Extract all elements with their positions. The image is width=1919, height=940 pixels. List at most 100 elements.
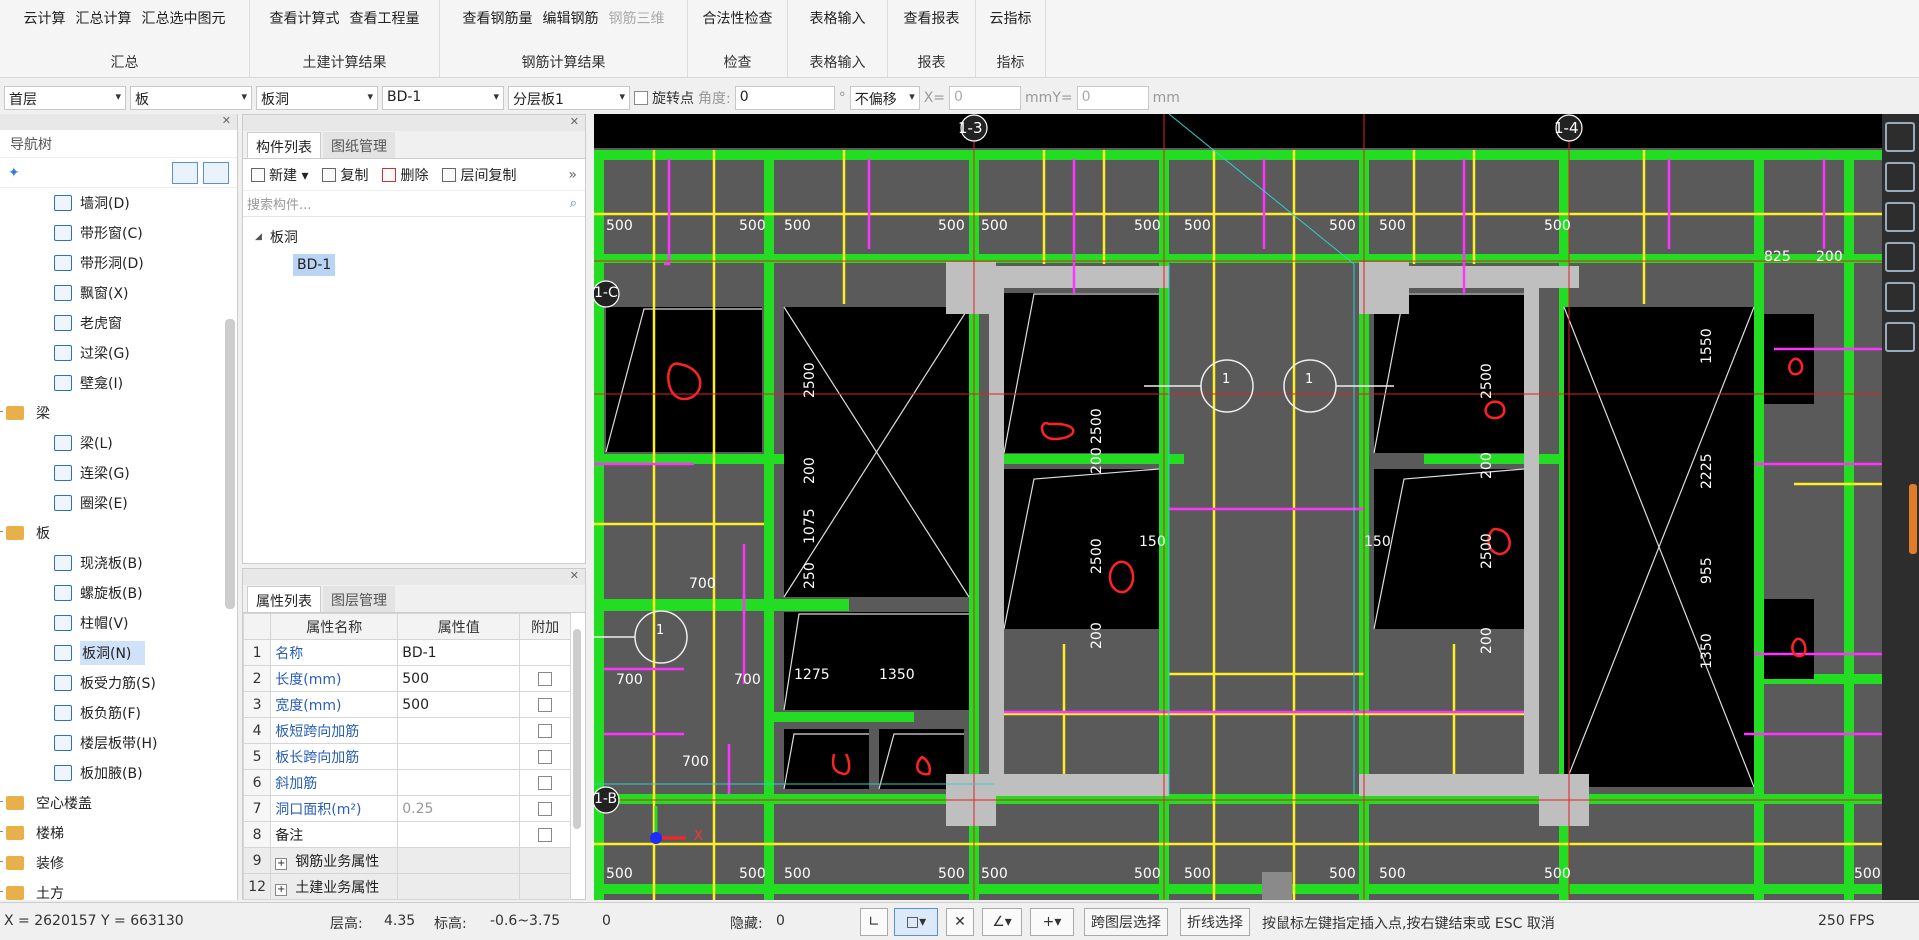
tree-group[interactable]: ◢ 板洞 <box>243 223 585 251</box>
nav-item[interactable]: 螺旋板(B) <box>0 578 237 608</box>
extra-checkbox[interactable] <box>538 801 553 816</box>
more-icon[interactable]: » <box>568 167 577 183</box>
y-offset-input[interactable]: 0 <box>1076 86 1149 110</box>
nav-category[interactable]: 梁 <box>0 398 237 428</box>
prop-scrollbar[interactable] <box>573 629 581 829</box>
nav-item[interactable]: 墙洞(D) <box>0 188 237 218</box>
extra-checkbox[interactable] <box>538 697 553 712</box>
tab-component-list[interactable]: 构件列表 <box>247 132 321 158</box>
property-row[interactable]: 1 名称 BD-1 <box>242 639 571 666</box>
box-view-icon[interactable] <box>1885 242 1915 272</box>
tab-property-list[interactable]: 属性列表 <box>247 586 321 612</box>
view-formula-button[interactable]: 查看计算式 <box>270 8 340 28</box>
nav-scrollbar[interactable] <box>225 319 235 609</box>
prop-panel-close[interactable]: ✕ <box>243 569 585 585</box>
nav-item[interactable]: 楼层板带(H) <box>0 728 237 758</box>
drawing-canvas[interactable]: 1-3 1-4 1-C 1-B 500 500 500 500 500 500 500 500 500 5… <box>594 114 1882 900</box>
delete-button[interactable]: 删除 <box>382 165 428 185</box>
x-offset-input[interactable]: 0 <box>949 86 1022 110</box>
expand-icon[interactable]: + <box>275 857 288 870</box>
nav-item[interactable]: 带形窗(C) <box>0 218 237 248</box>
view-scrollbar[interactable] <box>1909 484 1917 554</box>
view-quantity-button[interactable]: 查看工程量 <box>350 8 420 28</box>
angle-input[interactable]: 0 <box>734 86 835 110</box>
tree-item[interactable]: BD-1 <box>243 251 585 279</box>
extra-checkbox[interactable] <box>538 671 553 686</box>
property-row[interactable]: 9 + 钢筋业务属性 <box>242 847 571 874</box>
rotate-view-icon[interactable] <box>1885 282 1915 312</box>
property-row[interactable]: 4 板短跨向加筋 <box>242 717 571 744</box>
polyline-select-button[interactable]: 折线选择 <box>1180 908 1250 936</box>
table-input-button[interactable]: 表格输入 <box>810 8 866 28</box>
edit-rebar-button[interactable]: 编辑钢筋 <box>543 8 599 28</box>
copy-button[interactable]: 复制 <box>322 165 368 185</box>
property-row[interactable]: 8 备注 <box>242 821 571 848</box>
tab-drawing-manage[interactable]: 图纸管理 <box>323 132 395 158</box>
rotate-checkbox[interactable] <box>634 91 648 105</box>
component-select[interactable]: BD-1 <box>382 86 504 110</box>
tab-layer-manage[interactable]: 图层管理 <box>323 586 395 612</box>
property-value[interactable] <box>397 873 521 900</box>
nav-item[interactable]: 板受力筋(S) <box>0 668 237 698</box>
floor-select[interactable]: 首层 <box>4 86 126 110</box>
property-value[interactable]: 500 <box>397 665 521 692</box>
property-row[interactable]: 3 宽度(mm) 500 <box>242 691 571 718</box>
property-value[interactable] <box>397 717 521 744</box>
collapse-icon[interactable]: ◢ <box>255 232 262 242</box>
property-row[interactable]: 6 斜加筋 <box>242 769 571 796</box>
property-row[interactable]: 7 洞口面积(m²) 0.25 <box>242 795 571 822</box>
summary-selected-button[interactable]: 汇总选中图元 <box>142 8 226 28</box>
property-value[interactable]: BD-1 <box>397 639 521 666</box>
category-select[interactable]: 板 <box>130 86 252 110</box>
polar-icon[interactable]: +▾ <box>1030 908 1074 936</box>
property-value[interactable] <box>397 847 521 874</box>
type-select[interactable]: 板洞 <box>256 86 378 110</box>
summary-calc-button[interactable]: 汇总计算 <box>76 8 132 28</box>
ortho-icon[interactable]: ∟ <box>860 908 888 936</box>
3d-view-icon[interactable] <box>1885 162 1915 192</box>
property-value[interactable]: 500 <box>397 691 521 718</box>
property-row[interactable]: 5 板长跨向加筋 <box>242 743 571 770</box>
pin-icon[interactable]: ✦ <box>8 165 20 181</box>
search-icon[interactable]: ⌕ <box>570 196 577 211</box>
nav-item[interactable]: 连梁(G) <box>0 458 237 488</box>
expand-icon[interactable]: + <box>275 883 288 896</box>
cloud-index-button[interactable]: 云指标 <box>990 8 1032 28</box>
nav-category[interactable]: 空心楼盖 <box>0 788 237 818</box>
extra-checkbox[interactable] <box>538 749 553 764</box>
list-view-icon[interactable] <box>172 161 198 184</box>
top-view-icon[interactable] <box>1885 202 1915 232</box>
offset-select[interactable]: 不偏移 <box>849 86 920 110</box>
list-panel-close[interactable]: ✕ <box>243 115 585 131</box>
nav-panel-close[interactable]: ✕ <box>0 114 237 130</box>
orbit-icon[interactable] <box>1885 122 1915 152</box>
property-value[interactable] <box>397 743 521 770</box>
nav-item[interactable]: 带形洞(D) <box>0 248 237 278</box>
extra-checkbox[interactable] <box>538 827 553 842</box>
angle-snap-icon[interactable]: ∠▾ <box>982 908 1022 936</box>
nav-item[interactable]: 板加腋(B) <box>0 758 237 788</box>
nav-item[interactable]: 柱帽(V) <box>0 608 237 638</box>
cross-select-icon[interactable]: ✕ <box>946 908 974 936</box>
nav-category[interactable]: 板 <box>0 518 237 548</box>
nav-item[interactable]: 板负筋(F) <box>0 698 237 728</box>
extra-checkbox[interactable] <box>538 723 553 738</box>
component-search[interactable]: 搜索构件... ⌕ <box>243 191 585 217</box>
layer-view-icon[interactable] <box>1885 322 1915 352</box>
new-button[interactable]: 新建 ▾ <box>251 165 308 185</box>
search-input[interactable]: 搜索构件... <box>247 194 311 213</box>
grid-view-icon[interactable] <box>203 161 229 184</box>
snap-select-icon[interactable]: □▾ <box>894 908 938 936</box>
property-row[interactable]: 2 长度(mm) 500 <box>242 665 571 692</box>
nav-item[interactable]: 过梁(G) <box>0 338 237 368</box>
validity-check-button[interactable]: 合法性检查 <box>703 8 773 28</box>
cross-floor-select-button[interactable]: 跨图层选择 <box>1084 908 1168 936</box>
property-value[interactable]: 0.25 <box>397 795 521 822</box>
view-rebar-button[interactable]: 查看钢筋量 <box>463 8 533 28</box>
layer-select[interactable]: 分层板1 <box>508 86 630 110</box>
nav-item[interactable]: 板洞(N) <box>0 638 237 668</box>
nav-item[interactable]: 梁(L) <box>0 428 237 458</box>
view-report-button[interactable]: 查看报表 <box>904 8 960 28</box>
nav-item[interactable]: 圈梁(E) <box>0 488 237 518</box>
floor-copy-button[interactable]: 层间复制 <box>442 165 516 185</box>
